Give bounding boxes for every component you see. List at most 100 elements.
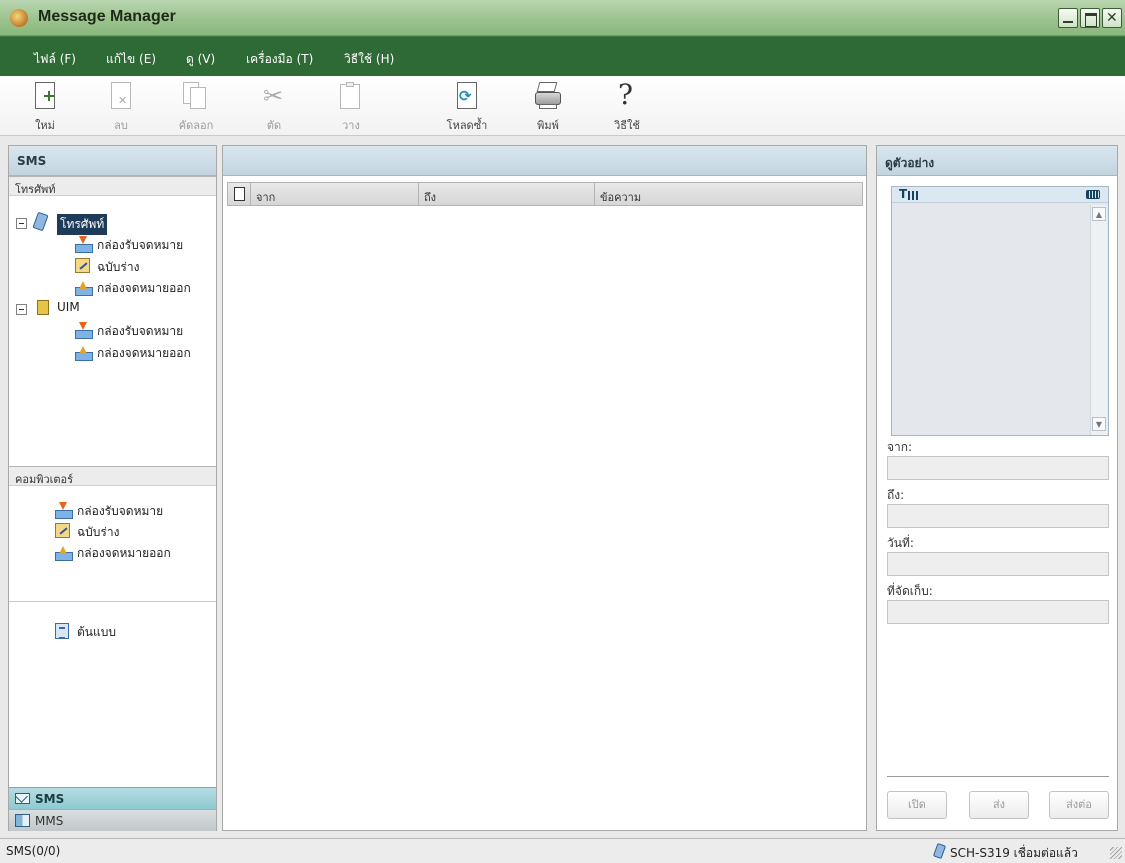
column-to[interactable]: ถึง xyxy=(424,188,436,206)
tree-phone-outbox-label: กล่องจดหมายออก xyxy=(97,281,191,295)
tree-template-label: ต้นแบบ xyxy=(77,625,116,639)
column-message[interactable]: ข้อความ xyxy=(600,188,641,206)
nav-tab-sms-label: SMS xyxy=(35,792,65,806)
maximize-button[interactable] xyxy=(1080,8,1100,28)
open-button[interactable]: เปิด xyxy=(887,791,947,819)
outbox-icon xyxy=(75,344,93,361)
inbox-icon xyxy=(75,322,93,339)
paste-label: วาง xyxy=(342,119,360,132)
divider xyxy=(887,776,1109,777)
phone-collapse-toggle[interactable] xyxy=(16,218,27,229)
message-list-panel: จาก ถึง ข้อความ xyxy=(222,145,867,831)
menu-bar: ไฟล์ (F) แก้ไข (E) ดู (V) เครื่องมือ (T)… xyxy=(0,36,1125,76)
storage-label: ที่จัดเก็บ: xyxy=(887,584,933,598)
connection-status: SCH-S319 เชื่อมต่อแล้ว xyxy=(950,846,1078,860)
from-field xyxy=(887,456,1109,480)
close-button[interactable] xyxy=(1102,8,1122,28)
menu-tools[interactable]: เครื่องมือ (T) xyxy=(246,50,313,69)
preview-panel: ดูตัวอย่าง ▲ ▼ จาก: ถึง: วันที่: ที่จัดเ… xyxy=(876,145,1118,831)
printer-icon xyxy=(535,82,561,112)
template-icon xyxy=(55,623,69,639)
delete-button[interactable]: ✕ ลบ xyxy=(91,80,151,134)
column-separator xyxy=(250,183,251,205)
message-count-status: SMS(0/0) xyxy=(6,844,61,858)
storage-field xyxy=(887,600,1109,624)
from-label: จาก: xyxy=(887,440,913,454)
scissors-icon: ✂ xyxy=(263,82,284,110)
column-from[interactable]: จาก xyxy=(256,188,275,206)
nav-tab-sms[interactable]: SMS xyxy=(9,787,216,809)
reload-button[interactable]: ⟳ โหลดซ้ำ xyxy=(437,80,497,134)
new-label: ใหม่ xyxy=(35,119,55,132)
paste-icon xyxy=(338,82,364,112)
phone-preview-screen: ▲ ▼ xyxy=(891,186,1109,436)
cut-button[interactable]: ✂ ตัด xyxy=(244,80,304,134)
tree-phone-drafts-label: ฉบับร่าง xyxy=(97,260,140,274)
tree-phone-inbox-label: กล่องรับจดหมาย xyxy=(97,238,184,252)
computer-section-header: คอมพิวเตอร์ xyxy=(9,466,216,486)
menu-file[interactable]: ไฟล์ (F) xyxy=(34,50,76,69)
signal-strength-icon xyxy=(899,187,921,201)
scroll-down-icon[interactable]: ▼ xyxy=(1092,417,1106,431)
reload-label: โหลดซ้ำ xyxy=(446,119,488,132)
reload-icon: ⟳ xyxy=(454,82,480,112)
tree-uim-outbox-label: กล่องจดหมายออก xyxy=(97,346,191,360)
document-icon xyxy=(234,187,245,201)
to-field xyxy=(887,504,1109,528)
cut-label: ตัด xyxy=(266,119,282,132)
copy-button[interactable]: คัดลอก xyxy=(166,80,226,134)
phone-icon xyxy=(932,842,947,860)
message-table-header: จาก ถึง ข้อความ xyxy=(227,182,863,206)
message-list[interactable] xyxy=(227,207,863,825)
print-label: พิมพ์ xyxy=(537,119,559,132)
tree-computer-drafts-label: ฉบับร่าง xyxy=(77,525,120,539)
column-resize-handle[interactable] xyxy=(418,183,419,205)
tree-computer-inbox-label: กล่องรับจดหมาย xyxy=(77,504,164,518)
copy-label: คัดลอก xyxy=(178,119,214,132)
help-button[interactable]: ? วิธีใช้ xyxy=(597,78,657,134)
new-button[interactable]: ใหม่ xyxy=(15,80,75,134)
message-list-header-strip xyxy=(223,146,866,176)
delete-icon: ✕ xyxy=(108,82,134,112)
preview-panel-title: ดูตัวอย่าง xyxy=(877,146,1117,176)
title-bar: Message Manager xyxy=(0,0,1125,36)
outbox-icon xyxy=(55,544,73,561)
nav-tab-mms-label: MMS xyxy=(35,814,64,828)
send-button[interactable]: ส่ง xyxy=(969,791,1029,819)
forward-button[interactable]: ส่งต่อ xyxy=(1049,791,1109,819)
divider xyxy=(9,601,216,602)
paste-button[interactable]: วาง xyxy=(321,80,381,134)
print-button[interactable]: พิมพ์ xyxy=(518,80,578,134)
tree-node-phone-label: โทรศัพท์ xyxy=(57,214,108,235)
folder-panel-title: SMS xyxy=(9,146,216,176)
drafts-icon xyxy=(75,258,90,273)
window-title: Message Manager xyxy=(38,8,176,25)
envelope-icon xyxy=(15,793,30,804)
column-resize-handle[interactable] xyxy=(594,183,595,205)
scroll-up-icon[interactable]: ▲ xyxy=(1092,207,1106,221)
help-question-icon: ? xyxy=(618,78,634,111)
status-bar: SMS(0/0) SCH-S319 เชื่อมต่อแล้ว xyxy=(0,838,1125,863)
new-document-icon xyxy=(32,82,58,112)
sim-card-icon xyxy=(37,300,49,315)
preview-scrollbar[interactable]: ▲ ▼ xyxy=(1090,205,1107,435)
phone-icon xyxy=(32,211,49,232)
minimize-button[interactable] xyxy=(1058,8,1078,28)
toolbar: ใหม่ ✕ ลบ คัดลอก ✂ ตัด วาง ⟳ โหลดซ้ำ พิม… xyxy=(0,76,1125,136)
folder-panel: SMS โทรศัพท์ โทรศัพท์ กล่องรับจดหมาย ฉบั… xyxy=(8,145,217,831)
delete-label: ลบ xyxy=(114,119,128,132)
uim-collapse-toggle[interactable] xyxy=(16,304,27,315)
resize-grip[interactable] xyxy=(1110,847,1122,859)
menu-help[interactable]: วิธีใช้ (H) xyxy=(344,50,394,69)
inbox-icon xyxy=(75,236,93,253)
menu-view[interactable]: ดู (V) xyxy=(186,50,215,69)
copy-icon xyxy=(183,82,209,112)
menu-edit[interactable]: แก้ไข (E) xyxy=(106,50,156,69)
tree-computer-outbox-label: กล่องจดหมายออก xyxy=(77,546,171,560)
nav-tab-mms[interactable]: MMS xyxy=(9,809,216,831)
tree-uim-inbox-label: กล่องรับจดหมาย xyxy=(97,324,184,338)
battery-icon xyxy=(1086,190,1100,199)
help-label: วิธีใช้ xyxy=(614,119,640,132)
date-label: วันที่: xyxy=(887,536,914,550)
drafts-icon xyxy=(55,523,70,538)
